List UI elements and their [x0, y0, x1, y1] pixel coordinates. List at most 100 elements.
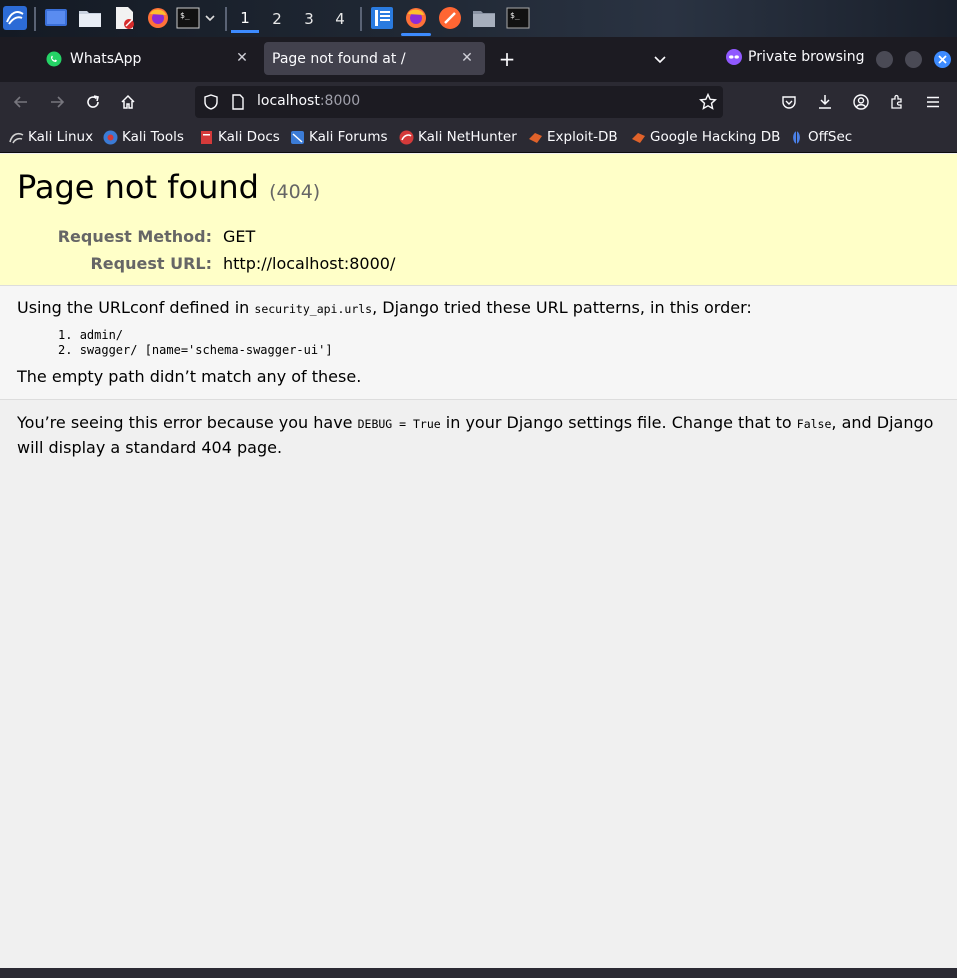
tab-title: WhatsApp: [70, 50, 142, 67]
bookmark-exploit-db[interactable]: Exploit-DB: [528, 129, 618, 145]
whatsapp-icon: [46, 51, 62, 67]
page-title-text: Page not found: [17, 168, 259, 206]
bookmark-star-icon[interactable]: [698, 92, 718, 115]
navigation-toolbar: localhost:8000: [0, 82, 957, 122]
window-list-icon[interactable]: [369, 5, 395, 31]
account-icon: [853, 94, 869, 110]
workspace-1[interactable]: 1: [231, 5, 259, 33]
kali-forums-icon: [290, 130, 305, 145]
firefox-icon[interactable]: [145, 5, 171, 31]
close-tab-icon[interactable]: ✕: [457, 48, 477, 68]
urlconf-sentence: Using the URLconf defined in security_ap…: [17, 298, 752, 317]
bookmark-kali-tools[interactable]: Kali Tools: [103, 129, 184, 145]
tab-whatsapp[interactable]: WhatsApp ✕: [38, 42, 260, 75]
forward-button[interactable]: [45, 90, 69, 114]
terminal-icon[interactable]: $_: [175, 5, 201, 31]
account-button[interactable]: [849, 90, 873, 114]
text-editor-icon[interactable]: [111, 5, 137, 31]
svg-text:$_: $_: [180, 11, 190, 20]
url-port: :8000: [319, 93, 361, 109]
tab-page-not-found[interactable]: Page not found at / ✕: [264, 42, 485, 75]
urlconf-suffix: , Django tried these URL patterns, in th…: [372, 298, 752, 317]
chevron-down-icon: [654, 56, 666, 64]
extensions-button[interactable]: [885, 90, 909, 114]
taskbar-separator: [360, 7, 362, 31]
kali-dragon-icon: [9, 130, 24, 145]
url-bar[interactable]: localhost:8000: [195, 86, 723, 118]
status-code: (404): [269, 181, 321, 203]
url-pattern-item: 2. swagger/ [name='schema-swagger-ui']: [58, 343, 333, 357]
exploit-db-icon: [528, 130, 543, 145]
kali-menu-icon[interactable]: [2, 5, 28, 31]
chevron-down-icon[interactable]: [200, 5, 220, 31]
workspace-4[interactable]: 4: [326, 5, 354, 33]
puzzle-icon: [891, 94, 902, 109]
url-pattern-list: 1. admin/ 2. swagger/ [name='schema-swag…: [58, 328, 333, 358]
kali-tools-icon: [103, 130, 118, 145]
close-icon: [938, 55, 947, 64]
browser-tab-strip: WhatsApp ✕ Page not found at / ✕ + Priva…: [0, 37, 957, 82]
bookmark-kali-linux[interactable]: Kali Linux: [9, 129, 93, 145]
explanation-text: You’re seeing this error because you hav…: [17, 413, 358, 432]
page-info-icon[interactable]: [231, 94, 245, 114]
new-tab-button[interactable]: +: [495, 47, 519, 71]
bookmark-google-hacking-db[interactable]: Google Hacking DB: [631, 129, 780, 145]
hamburger-menu-icon: [927, 96, 939, 108]
active-window-indicator: [401, 33, 431, 36]
url-pattern: admin/: [79, 328, 124, 342]
file-manager-icon[interactable]: [77, 5, 103, 31]
urlconf-prefix: Using the URLconf defined in: [17, 298, 255, 317]
pocket-icon: [782, 96, 796, 109]
close-window-button[interactable]: [934, 51, 951, 68]
firefox-window-icon[interactable]: [403, 5, 429, 31]
reload-button[interactable]: [81, 90, 105, 114]
download-icon: [819, 95, 831, 109]
bookmarks-toolbar: Kali Linux Kali Tools Kali Docs Kali For…: [0, 122, 957, 153]
bookmark-label: Exploit-DB: [547, 129, 618, 145]
request-method-value: GET: [223, 227, 256, 246]
url-patterns-info: Using the URLconf defined in security_ap…: [0, 286, 957, 400]
workspace-2[interactable]: 2: [263, 5, 291, 33]
svg-text:$_: $_: [510, 11, 520, 20]
bookmark-offsec[interactable]: OffSec: [789, 129, 852, 145]
ghdb-icon: [631, 130, 646, 145]
url-text[interactable]: localhost:8000: [257, 93, 360, 109]
arrow-right-icon: [51, 96, 65, 108]
arrow-left-icon: [13, 96, 27, 108]
private-browsing-icon: [726, 49, 742, 65]
bookmark-label: Kali Docs: [218, 129, 280, 145]
debug-explanation: You’re seeing this error because you hav…: [0, 400, 957, 470]
minimize-button[interactable]: [876, 51, 893, 68]
home-icon: [121, 94, 135, 109]
close-tab-icon[interactable]: ✕: [232, 48, 252, 68]
system-taskbar: $_ 1 2 3 4 $_: [0, 0, 957, 37]
bookmark-kali-nethunter[interactable]: Kali NetHunter: [399, 129, 517, 145]
private-browsing-label: Private browsing: [748, 49, 865, 65]
reload-icon: [87, 95, 99, 108]
shield-icon[interactable]: [203, 94, 219, 114]
taskbar-separator: [34, 7, 36, 31]
taskbar-separator: [225, 7, 227, 31]
tab-title: Page not found at /: [272, 50, 406, 67]
nethunter-icon: [399, 130, 414, 145]
workspace-3[interactable]: 3: [295, 5, 323, 33]
bookmark-kali-docs[interactable]: Kali Docs: [199, 129, 280, 145]
explanation-text: in your Django settings file. Change tha…: [440, 413, 797, 432]
bookmark-kali-forums[interactable]: Kali Forums: [290, 129, 388, 145]
kali-docs-icon: [199, 130, 214, 145]
back-button[interactable]: [9, 90, 33, 114]
burpsuite-icon[interactable]: [437, 5, 463, 31]
list-all-tabs-button[interactable]: [648, 47, 672, 71]
downloads-button[interactable]: [813, 90, 837, 114]
app-menu-button[interactable]: [921, 90, 945, 114]
folder-window-icon[interactable]: [471, 5, 497, 31]
terminal-window-icon[interactable]: $_: [505, 5, 531, 31]
url-host: localhost: [257, 93, 320, 109]
home-button[interactable]: [116, 90, 140, 114]
bookmark-label: Kali Linux: [28, 129, 94, 145]
url-pattern-item: 1. admin/: [58, 328, 124, 342]
pocket-button[interactable]: [777, 90, 801, 114]
request-url-label: Request URL:: [90, 254, 212, 273]
desktop-icon[interactable]: [43, 5, 69, 31]
maximize-button[interactable]: [905, 51, 922, 68]
